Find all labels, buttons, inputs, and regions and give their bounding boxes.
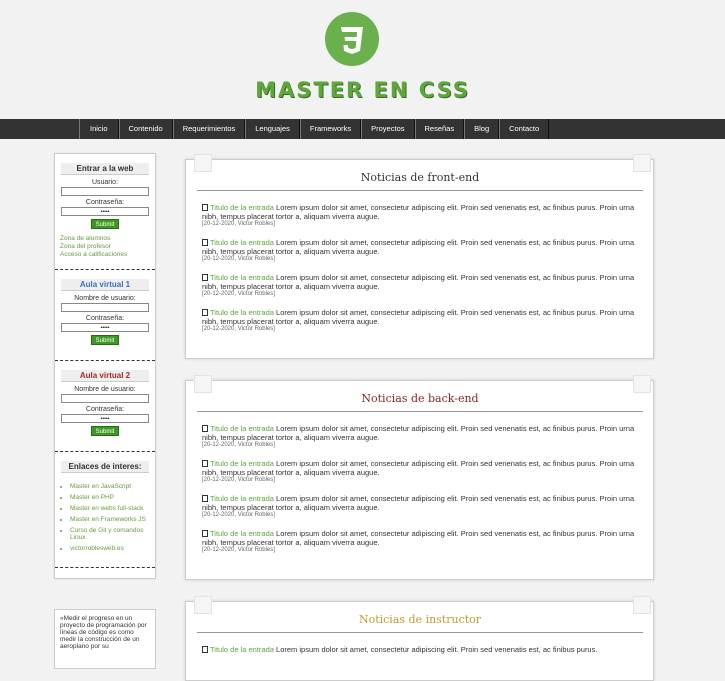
nav-item-requerimientos[interactable]: Requerimientos [172,119,246,139]
aula-2-password-input[interactable] [61,414,149,423]
article: Titulo de la entrada Lorem ipsum dolor s… [202,273,642,298]
password-label: Contraseña: [85,199,125,206]
nav-item-inicio[interactable]: Inicio [79,119,119,139]
article-meta: [20-12-2020, Victor Robles] [202,221,275,227]
link-curso-git[interactable]: Curso de Git y comandos Linux [70,527,155,541]
user-input[interactable] [61,187,149,196]
link-calificaciones[interactable]: Acceso a calificaciones [60,251,155,259]
section-title: Noticias de instructor [197,613,643,633]
divider [55,567,155,568]
quote-box: «Medir el progreso en un proyecto de pro… [54,609,156,669]
document-icon [202,309,208,316]
document-icon [202,425,208,432]
corner-decoration [633,596,651,614]
news-section-frontend: Noticias de front-end Titulo de la entra… [185,154,654,359]
link-zona-profesor[interactable]: Zona del profesor [60,243,155,251]
aula-2-user-label: Nombre de usuario: [74,386,136,393]
main-nav: Inicio Contenido Requerimientos Lenguaje… [0,119,725,139]
nav-item-lenguajes[interactable]: Lenguajes [245,119,300,139]
aula-1-submit-button[interactable]: Submit [91,335,119,345]
article-title-link[interactable]: Titulo de la entrada [210,459,274,468]
article-title-link[interactable]: Titulo de la entrada [210,273,274,282]
article-title-link[interactable]: Titulo de la entrada [210,424,274,433]
document-icon [202,495,208,502]
article-meta: [20-12-2020, Victor Robles] [202,326,275,332]
article-title-link[interactable]: Titulo de la entrada [210,308,274,317]
link-master-frameworks[interactable]: Master en Frameworks JS [70,516,155,523]
document-icon [202,239,208,246]
user-label: Usuario: [91,179,119,186]
article-meta: [20-12-2020, Victor Robles] [202,477,275,483]
section-title: Noticias de back-end [197,392,643,412]
news-section-instructor: Noticias de instructor Titulo de la entr… [185,596,654,681]
article-title-link[interactable]: Titulo de la entrada [210,529,274,538]
aula-2-title: Aula virtual 2 [61,370,149,382]
article-meta: [20-12-2020, Victor Robles] [202,291,275,297]
link-master-fullstack[interactable]: Master en webs full-stack [70,505,155,512]
article: Titulo de la entrada Lorem ipsum dolor s… [202,459,642,484]
login-submit-button[interactable]: Submit [91,219,119,229]
document-icon [202,204,208,211]
section-title: Noticias de front-end [197,171,643,191]
aula-2-password-label: Contraseña: [85,406,125,413]
article-meta: [20-12-2020, Victor Robles] [202,512,275,518]
link-victorroblesweb[interactable]: victorroblesweb.es [70,545,155,552]
password-input[interactable] [61,207,149,216]
aula-1-title: Aula virtual 1 [61,279,149,291]
link-master-php[interactable]: Master en PHP [70,494,155,501]
sidebar: Entrar a la web Usuario: Contraseña: Sub… [54,153,156,579]
interest-links-list: Master en JavaScript Master en PHP Maste… [70,483,155,552]
article-meta: [20-12-2020, Victor Robles] [202,547,275,553]
nav-item-contenido[interactable]: Contenido [118,119,173,139]
interest-links-box: Enlaces de interes: Master en JavaScript… [55,452,155,556]
aula-2-user-input[interactable] [61,394,149,403]
aula-1-password-label: Contraseña: [85,315,125,322]
corner-decoration [194,154,212,172]
aula-1-user-input[interactable] [61,303,149,312]
article: Titulo de la entrada Lorem ipsum dolor s… [202,494,642,519]
site-title: MASTER EN CSS [255,78,470,102]
article: Titulo de la entrada Lorem ipsum dolor s… [202,238,642,263]
nav-item-resenas[interactable]: Reseñas [414,119,465,139]
article: Titulo de la entrada Lorem ipsum dolor s… [202,424,642,449]
aula-2-submit-button[interactable]: Submit [91,426,119,436]
corner-decoration [633,375,651,393]
article-meta: [20-12-2020, Victor Robles] [202,442,275,448]
nav-item-blog[interactable]: Blog [464,119,500,139]
aula-virtual-2-box: Aula virtual 2 Nombre de usuario: Contra… [55,361,155,436]
article: Titulo de la entrada Lorem ipsum dolor s… [202,308,642,333]
interest-title: Enlaces de interes: [61,461,149,473]
link-zona-alumnos[interactable]: Zona de alumnos [60,235,155,243]
aula-1-user-label: Nombre de usuario: [74,295,136,302]
login-box: Entrar a la web Usuario: Contraseña: Sub… [55,154,155,259]
quote-text: «Medir el progreso en un proyecto de pro… [60,615,147,650]
news-section-backend: Noticias de back-end Titulo de la entrad… [185,375,654,580]
corner-decoration [194,596,212,614]
aula-1-password-input[interactable] [61,323,149,332]
nav-item-frameworks[interactable]: Frameworks [299,119,362,139]
document-icon [202,460,208,467]
article: Titulo de la entrada Lorem ipsum dolor s… [202,529,642,554]
article-title-link[interactable]: Titulo de la entrada [210,203,274,212]
aula-virtual-1-box: Aula virtual 1 Nombre de usuario: Contra… [55,270,155,345]
corner-decoration [194,375,212,393]
article-title-link[interactable]: Titulo de la entrada [210,494,274,503]
link-master-javascript[interactable]: Master en JavaScript [70,483,155,490]
site-header: MASTER EN CSS [0,0,725,119]
nav-item-contacto[interactable]: Contacto [499,119,550,139]
css3-logo-icon[interactable] [325,12,379,66]
article: Titulo de la entrada Lorem ipsum dolor s… [202,203,642,228]
document-icon [202,530,208,537]
article-meta: [20-12-2020, Victor Robles] [202,256,275,262]
document-icon [202,274,208,281]
corner-decoration [633,154,651,172]
login-title: Entrar a la web [61,163,149,175]
article-title-link[interactable]: Titulo de la entrada [210,238,274,247]
nav-item-proyectos[interactable]: Proyectos [361,119,415,139]
